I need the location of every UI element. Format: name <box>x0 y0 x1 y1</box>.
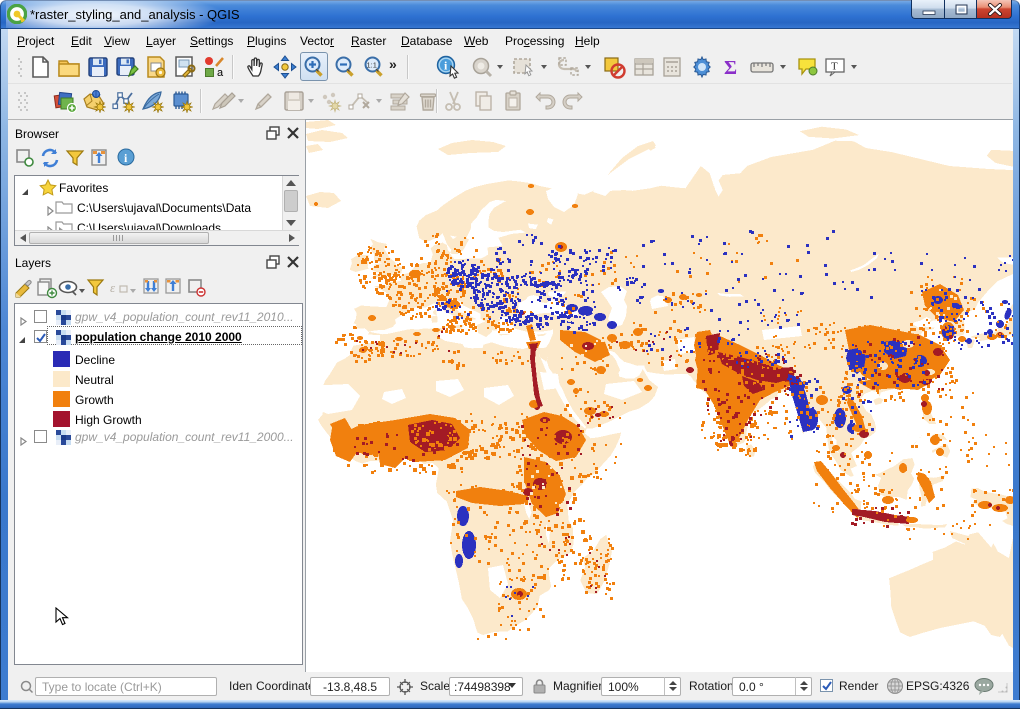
svg-text:ε: ε <box>110 280 116 295</box>
svg-text:T: T <box>831 61 838 73</box>
svg-text:1:1: 1:1 <box>367 61 377 70</box>
svg-text:Σ: Σ <box>724 57 737 79</box>
svg-text:a: a <box>217 67 224 79</box>
